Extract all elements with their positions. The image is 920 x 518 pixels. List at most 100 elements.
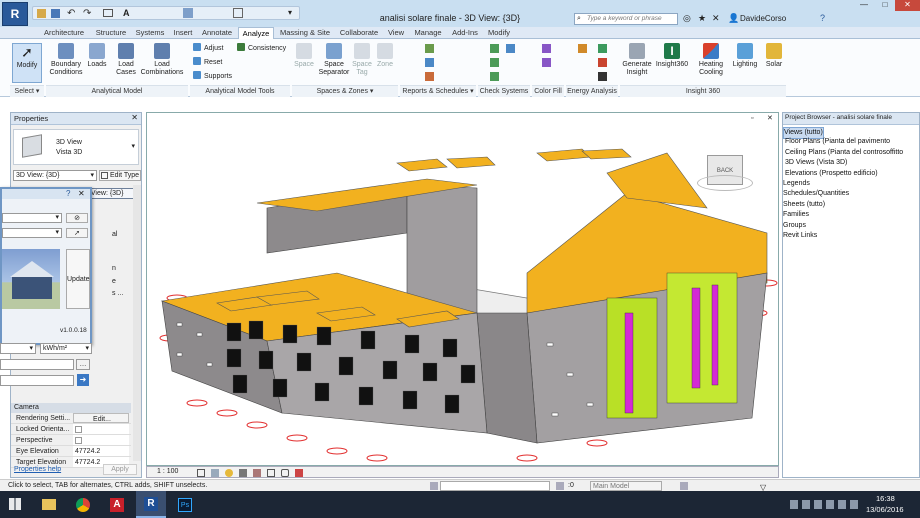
results-icon[interactable] [598, 72, 607, 81]
plugin-dropdown-2[interactable]: ▾ [2, 228, 62, 238]
pipe-pressure-icon[interactable] [425, 58, 434, 67]
undo-icon[interactable]: ↶ [67, 8, 75, 19]
lock-icon[interactable] [281, 469, 289, 477]
revit-app-button[interactable]: R [2, 2, 28, 26]
text-icon[interactable]: A [123, 8, 130, 18]
tab-analyze[interactable]: Analyze [238, 27, 274, 39]
lighting-button[interactable]: Lighting [730, 43, 760, 69]
redo-icon[interactable]: ↷ [83, 8, 91, 19]
insight360-button[interactable]: I Insight360 [654, 43, 690, 69]
property-checkbox[interactable] [75, 426, 82, 433]
duct-legend-icon[interactable] [542, 44, 551, 53]
close-icon[interactable]: ✕ [131, 113, 138, 122]
energy-model-icon[interactable] [598, 44, 607, 53]
taskbar-photoshop[interactable]: Ps [170, 494, 200, 516]
browser-item[interactable]: Floor Plans (Pianta del pavimento [785, 137, 890, 147]
design-options-field[interactable] [440, 481, 550, 491]
pick-button-2[interactable]: ➚ [66, 228, 88, 238]
check-duct-icon[interactable] [490, 44, 499, 53]
start-button[interactable] [0, 491, 30, 518]
consistency-button[interactable]: Consistency [237, 43, 286, 54]
subscription-icon[interactable]: ★ [698, 13, 706, 24]
tray-icons[interactable] [790, 500, 860, 509]
crop-icon[interactable] [267, 469, 275, 477]
camera-section[interactable]: Camera [11, 403, 131, 413]
unit-selector[interactable]: kWh/m² ▾ [40, 343, 92, 354]
taskbar-chrome[interactable] [68, 494, 98, 516]
help-icon[interactable]: ? [66, 189, 70, 198]
browser-item[interactable]: Sheets (tutto) [783, 200, 825, 210]
path-field[interactable] [0, 359, 74, 370]
panel-schedule-icon[interactable] [425, 72, 434, 81]
main-model-selector[interactable]: Main Model [590, 481, 662, 491]
taskbar-revit[interactable]: R [136, 491, 166, 518]
check-pipe-icon[interactable] [506, 44, 515, 53]
taskbar-explorer[interactable] [34, 494, 64, 516]
tab-collaborate[interactable]: Collaborate [336, 27, 382, 39]
unit-selector-left[interactable]: ▾ [0, 343, 36, 354]
export-icon[interactable]: ➜ [77, 374, 89, 386]
load-cases-button[interactable]: Load Cases [114, 43, 138, 77]
browser-item[interactable]: Groups [783, 221, 806, 231]
space-tag-button[interactable]: Space Tag [352, 43, 372, 77]
zone-button[interactable]: Zone [374, 43, 396, 69]
load-combinations-button[interactable]: Load Combinations [140, 43, 184, 77]
loads-button[interactable]: Loads [86, 43, 108, 69]
tab-systems[interactable]: Systems [132, 27, 168, 39]
type-selector[interactable]: 3D View Vista 3D ▾ [13, 129, 139, 165]
browser-item[interactable]: Revit Links [783, 231, 817, 241]
apply-button[interactable]: Apply [103, 464, 137, 475]
search-input[interactable]: ⌕ Type a keyword or phrase [574, 13, 678, 25]
maximize-button[interactable]: □ [875, 0, 895, 11]
shadows-icon[interactable] [239, 469, 247, 477]
tab-architecture[interactable]: Architecture [40, 27, 88, 39]
user-name[interactable]: DavideCorso [740, 14, 786, 23]
solar-button[interactable]: Solar [762, 43, 786, 69]
worksets-icon[interactable] [430, 482, 438, 490]
browser-item[interactable]: Schedules/Quantities [783, 189, 849, 199]
tab-view[interactable]: View [384, 27, 408, 39]
detail-level-icon[interactable] [197, 469, 205, 477]
clock-date[interactable]: 13/06/2016 [866, 505, 904, 514]
browser-item[interactable]: Elevations (Prospetto edificio) [785, 169, 878, 179]
close-icon[interactable]: ✕ [78, 189, 85, 198]
render-icon[interactable] [253, 469, 261, 477]
sun-path-icon[interactable] [225, 469, 233, 477]
restore-icon[interactable]: ▫ [751, 115, 753, 122]
communication-icon[interactable]: ✕ [712, 13, 720, 24]
instance-selector[interactable]: 3D View: {3D} ▾ [13, 170, 97, 181]
tab-structure[interactable]: Structure [92, 27, 130, 39]
energy-settings-icon[interactable] [578, 44, 587, 53]
panel-label-reports-schedules[interactable]: Reports & Schedules ▾ [400, 85, 476, 97]
user-icon[interactable]: 👤 [728, 13, 739, 24]
reset-button[interactable]: Reset [193, 57, 222, 68]
duct-pressure-icon[interactable] [425, 44, 434, 53]
clock-time[interactable]: 16:38 [876, 494, 895, 503]
tab-insert[interactable]: Insert [170, 27, 196, 39]
properties-help-link[interactable]: Properties help [14, 466, 61, 473]
panel-label-spaces-zones[interactable]: Spaces & Zones ▾ [292, 85, 398, 97]
space-button[interactable]: Space [292, 43, 316, 69]
tab-manage[interactable]: Manage [410, 27, 446, 39]
tab-modify[interactable]: Modify [484, 27, 514, 39]
close-icon[interactable]: ✕ [767, 114, 773, 122]
boundary-conditions-button[interactable]: Boundary Conditions [46, 43, 86, 77]
minimize-button[interactable]: — [853, 0, 875, 11]
quick-access-toolbar[interactable]: ↶ ↷ A ▾ [32, 6, 300, 20]
property-value[interactable]: 47724.2 [73, 446, 129, 456]
modify-button[interactable]: ➚ Modify [12, 43, 42, 83]
edit-type-button[interactable]: Edit Type [99, 170, 141, 181]
show-disconnects-icon[interactable] [490, 72, 499, 81]
pipe-legend-icon[interactable] [542, 58, 551, 67]
visual-style-icon[interactable] [211, 469, 219, 477]
browser-item[interactable]: 3D Views (Vista 3D) [785, 158, 847, 168]
adjust-button[interactable]: Adjust [193, 43, 223, 54]
panel-label-select[interactable]: Select ▾ [10, 85, 44, 97]
hide-icon[interactable] [295, 469, 303, 477]
supports-button[interactable]: Supports [193, 71, 232, 82]
open-icon[interactable] [37, 9, 46, 18]
browser-item[interactable]: Ceiling Plans (Pianta del controsoffitto [785, 148, 903, 158]
editable-only-icon[interactable] [556, 482, 564, 490]
browser-item[interactable]: Legends [783, 179, 810, 189]
browser-item[interactable]: Families [783, 210, 809, 220]
